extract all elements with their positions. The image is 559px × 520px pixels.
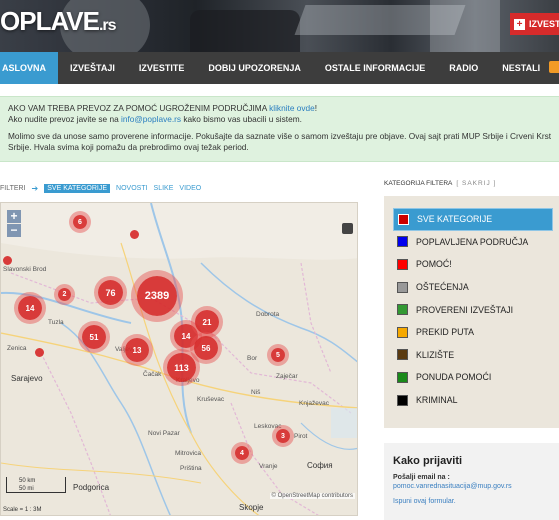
- map-marker[interactable]: [3, 256, 12, 265]
- map-label: Knjaževac: [299, 400, 329, 407]
- map-label: Pirot: [294, 433, 308, 440]
- filter-video[interactable]: VIDEO: [179, 185, 201, 192]
- info-email-link[interactable]: info@poplave.rs: [121, 114, 181, 124]
- category-item-flooded-areas[interactable]: POPLAVLJENA PODRUČJA: [393, 231, 553, 254]
- nav-item-submit-report[interactable]: IZVESTITE: [127, 52, 197, 84]
- color-swatch: [397, 281, 408, 293]
- category-item-landslide[interactable]: KLIZIŠTE: [393, 344, 553, 367]
- map-cluster[interactable]: 13: [125, 338, 149, 362]
- color-swatch: [397, 371, 408, 383]
- hide-toggle[interactable]: [ SAKRIJ ]: [456, 180, 496, 187]
- category-item-crime[interactable]: KRIMINAL: [393, 389, 553, 412]
- category-item-road-closure[interactable]: PREKID PUTA: [393, 321, 553, 344]
- filter-news[interactable]: NOVOSTI: [116, 185, 148, 192]
- map-cluster[interactable]: 14: [18, 296, 42, 320]
- report-form-link[interactable]: Ispuni ovaj formular.: [393, 498, 559, 505]
- category-filter-header: KATEGORIJA FILTERA [ SAKRIJ ]: [384, 180, 496, 187]
- map-cluster[interactable]: 51: [82, 325, 106, 349]
- category-item-help[interactable]: POMOĆ!: [393, 253, 553, 276]
- map-label: Niš: [251, 389, 261, 396]
- report-email-link[interactable]: pomoc.vanrednasituacija@mup.gov.rs: [393, 483, 559, 490]
- filter-images[interactable]: SLIKE: [154, 185, 174, 192]
- category-item-help-offer[interactable]: PONUDA POMOĆI: [393, 366, 553, 389]
- map-cluster[interactable]: 4: [235, 446, 249, 460]
- email-label: Pošalji email na :: [393, 474, 450, 481]
- map-label: Kruševac: [197, 396, 225, 403]
- map-label: Dobrota: [256, 311, 280, 318]
- map-cluster[interactable]: 2: [58, 288, 71, 301]
- map-scale-text: Scale = 1 : 3M: [3, 507, 42, 513]
- map-label: Zaječar: [276, 373, 298, 380]
- map-cluster[interactable]: 5: [271, 348, 285, 362]
- zoom-controls: + −: [7, 210, 21, 238]
- map-cluster[interactable]: 113: [167, 353, 196, 382]
- arrow-right-icon: ➔: [31, 183, 39, 193]
- layers-icon[interactable]: [342, 223, 353, 234]
- main-nav: ASLOVNA IZVEŠTAJI IZVESTITE DOBIJ UPOZOR…: [0, 52, 559, 84]
- nav-item-home[interactable]: ASLOVNA: [0, 52, 59, 84]
- header-photo: OPLAVE.rs + IZVEST: [0, 0, 559, 52]
- category-item-damage[interactable]: OŠTEĆENJA: [393, 276, 553, 299]
- map-label: Zenica: [7, 345, 27, 352]
- map-label: Priština: [180, 465, 202, 472]
- map-label: Čačak: [143, 371, 162, 378]
- map-cluster[interactable]: 6: [73, 215, 87, 229]
- map-label: Slavonski Brod: [3, 266, 47, 273]
- map-label: Tuzla: [48, 319, 64, 326]
- verification-note: Molimo sve da unose samo proverene infor…: [8, 131, 552, 152]
- category-list: SVE KATEGORIJE POPLAVLJENA PODRUČJA POMO…: [384, 196, 559, 428]
- map-label: София: [307, 461, 333, 470]
- map-label: Sarajevo: [11, 374, 43, 383]
- map-marker[interactable]: [35, 348, 44, 357]
- color-swatch: [397, 236, 408, 248]
- color-swatch: [397, 326, 408, 338]
- filter-label: FILTERI: [0, 184, 26, 192]
- nav-item-radio[interactable]: RADIO: [437, 52, 490, 84]
- zoom-out-button[interactable]: −: [7, 224, 21, 237]
- plus-icon: +: [514, 18, 525, 30]
- filter-bar: FILTERI ➔ SVE KATEGORIJE NOVOSTI SLIKE V…: [0, 182, 201, 194]
- filter-all-categories[interactable]: SVE KATEGORIJE: [44, 183, 111, 193]
- color-swatch: [397, 394, 408, 406]
- nav-item-get-alerts[interactable]: DOBIJ UPOZORENJA: [196, 52, 313, 84]
- notice-banner: AKO VAM TREBA PREVOZ ZA POMOĆ UGROŽENIM …: [0, 96, 559, 162]
- map-attribution[interactable]: © OpenStreetMap contributors: [269, 493, 355, 499]
- map-label: Leskovac: [254, 423, 282, 430]
- how-to-report-box: Kako prijaviti Pošalji email na : pomoc.…: [384, 443, 559, 520]
- map-marker[interactable]: [130, 230, 139, 239]
- map-cluster[interactable]: 2389: [137, 276, 177, 316]
- map-scale: 50 km 50 mi: [6, 477, 66, 493]
- map-label: Novi Pazar: [148, 430, 180, 437]
- rss-icon[interactable]: [549, 61, 559, 73]
- site-logo[interactable]: OPLAVE.rs: [0, 6, 117, 37]
- reports-map[interactable]: + − Slavonski Brod Tuzla Zenica Sarajevo…: [0, 202, 358, 516]
- nav-item-other-info[interactable]: OSTALE INFORMACIJE: [313, 52, 437, 84]
- zoom-in-button[interactable]: +: [7, 210, 21, 223]
- how-to-report-title: Kako prijaviti: [393, 455, 463, 467]
- map-cluster[interactable]: 56: [194, 336, 218, 360]
- map-cluster[interactable]: 3: [276, 429, 290, 443]
- color-swatch: [398, 213, 409, 225]
- category-item-all[interactable]: SVE KATEGORIJE: [393, 208, 553, 231]
- category-item-verified-reports[interactable]: PROVERENI IZVEŠTAJI: [393, 298, 553, 321]
- nav-item-missing[interactable]: NESTALI: [490, 52, 552, 84]
- map-label: Mitrovica: [175, 450, 202, 457]
- map-label: Bor: [247, 355, 258, 362]
- color-swatch: [397, 304, 408, 316]
- nav-item-reports[interactable]: IZVEŠTAJI: [58, 52, 127, 84]
- color-swatch: [397, 258, 408, 270]
- report-button[interactable]: + IZVEST: [510, 13, 559, 35]
- map-label: Vranje: [259, 463, 278, 470]
- color-swatch: [397, 349, 408, 361]
- transport-link[interactable]: kliknite ovde: [269, 103, 315, 113]
- map-label: Podgorica: [73, 483, 110, 492]
- category-filter-title: KATEGORIJA FILTERA: [384, 180, 453, 187]
- map-cluster[interactable]: 21: [195, 310, 219, 334]
- map-cluster[interactable]: 76: [98, 280, 123, 305]
